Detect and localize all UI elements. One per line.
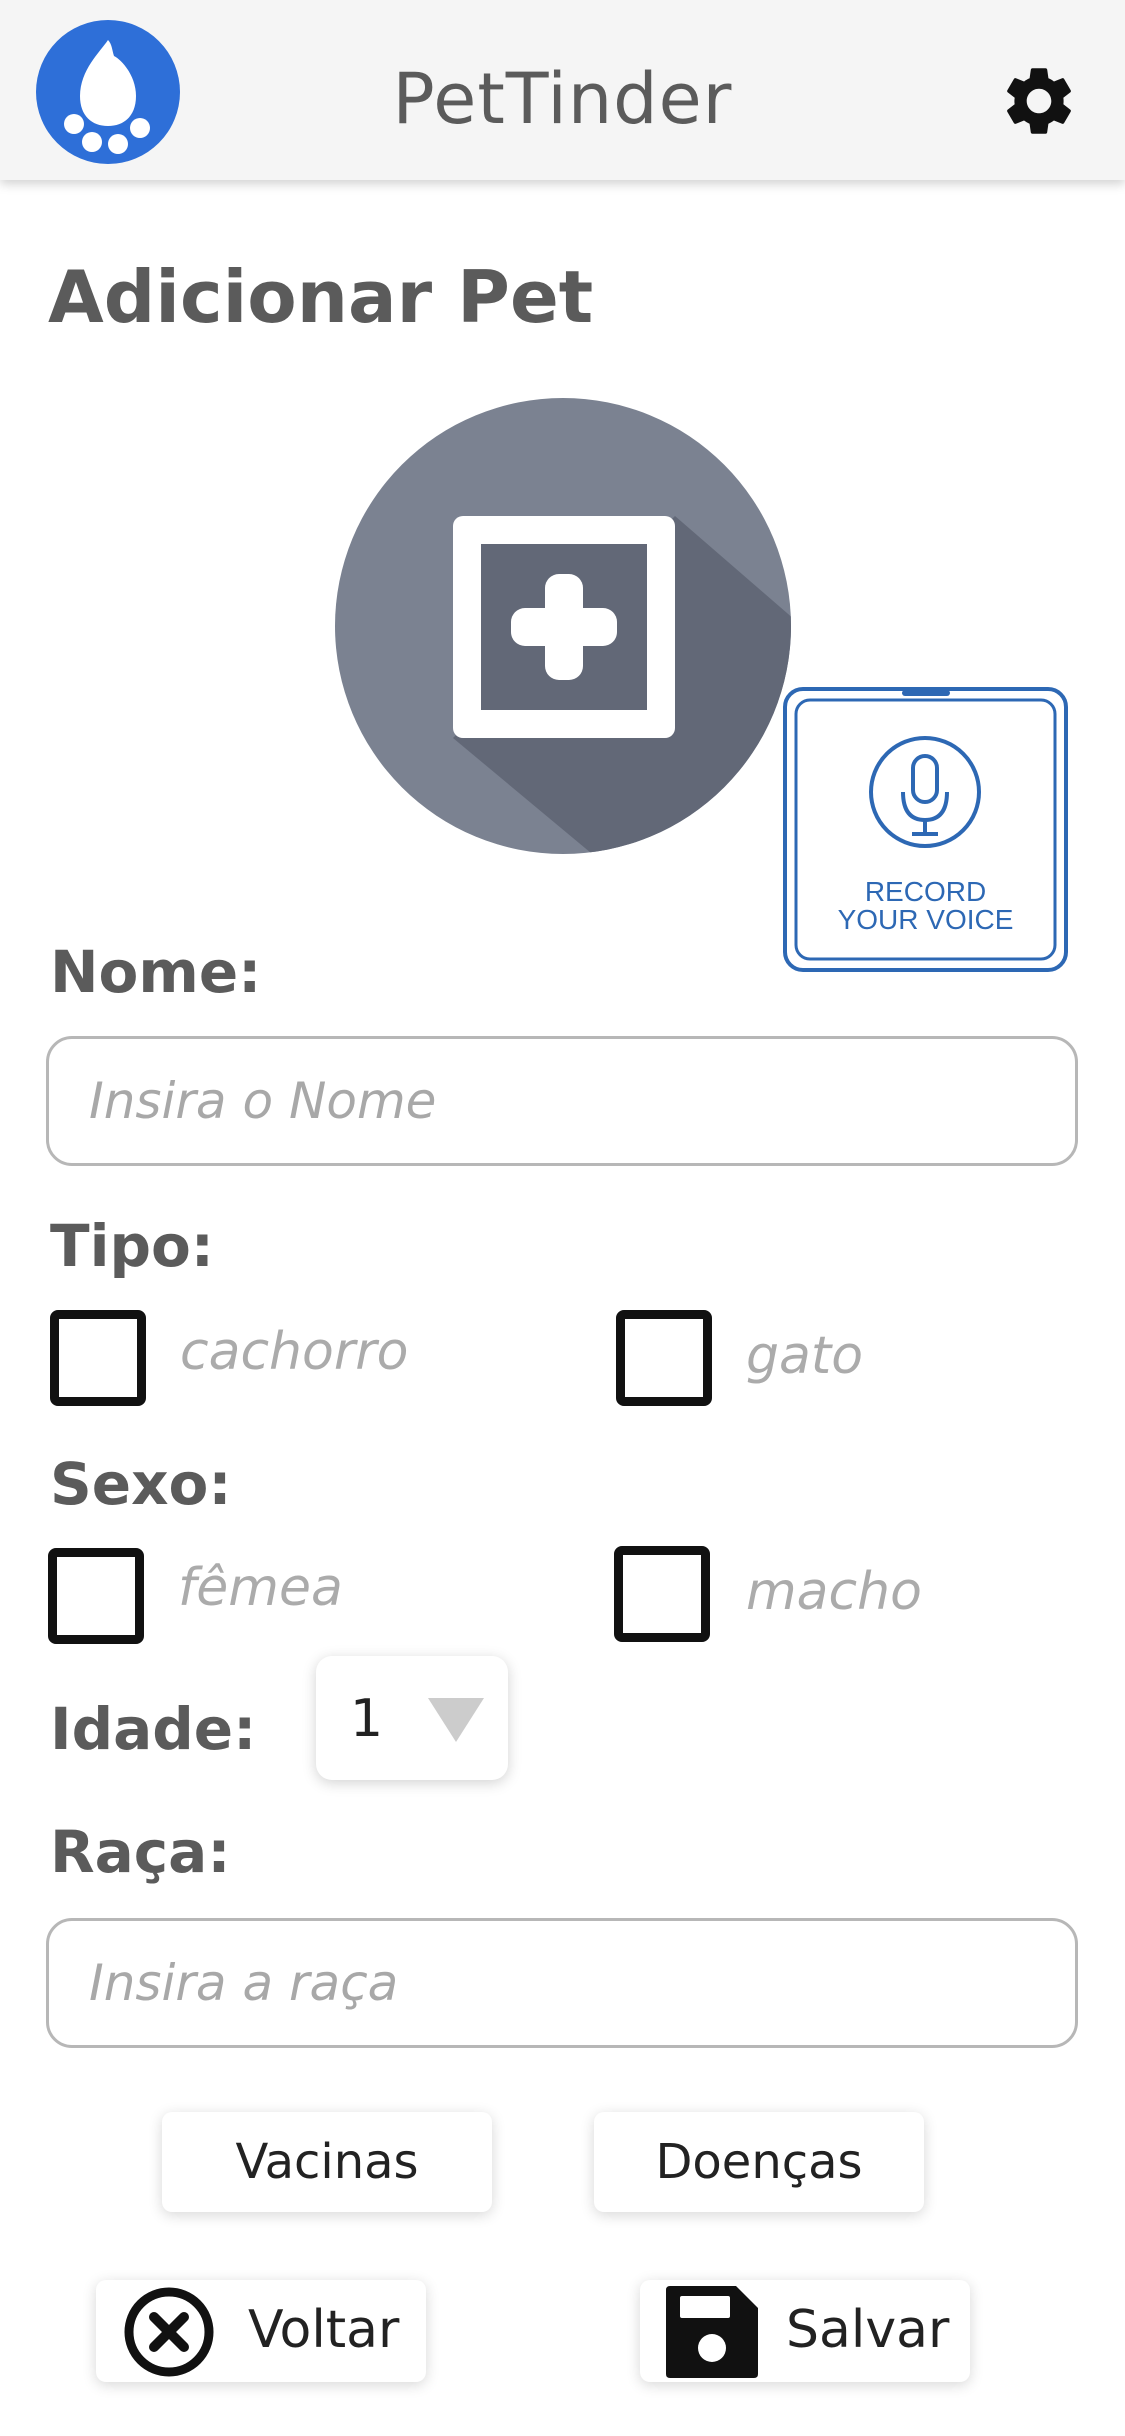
record-voice-button[interactable]: RECORD YOUR VOICE [782,686,1069,973]
age-dropdown[interactable]: 1 [316,1656,508,1780]
age-label: Idade: [50,1695,257,1763]
option-label-cachorro: cachorro [180,1322,409,1382]
dropdown-arrow-icon [428,1698,484,1742]
close-circle-icon [124,2287,214,2377]
voice-label-line2: YOUR VOICE [837,904,1014,935]
checkbox-macho[interactable] [614,1546,710,1642]
option-label-macho: macho [746,1562,922,1622]
sex-label: Sexo: [50,1450,232,1518]
breed-label: Raça: [50,1818,231,1886]
option-label-gato: gato [746,1326,864,1386]
type-label: Tipo: [50,1212,215,1280]
back-label: Voltar [248,2300,400,2360]
back-button[interactable]: Voltar [96,2280,426,2382]
app-title: PetTinder [392,58,733,140]
checkbox-cachorro[interactable] [50,1310,146,1406]
breed-input[interactable] [46,1918,1078,2048]
save-button[interactable]: Salvar [640,2280,970,2382]
vaccines-button[interactable]: Vacinas [162,2112,492,2212]
checkbox-femea[interactable] [48,1548,144,1644]
name-input[interactable] [46,1036,1078,1166]
save-label: Salvar [786,2300,950,2360]
age-value: 1 [350,1689,384,1749]
name-label: Nome: [50,938,262,1006]
option-label-femea: fêmea [178,1558,343,1618]
checkbox-gato[interactable] [616,1310,712,1406]
app-bar: PetTinder [0,0,1125,180]
diseases-button[interactable]: Doenças [594,2112,924,2212]
add-photo-icon[interactable] [335,398,791,854]
page-title: Adicionar Pet [48,255,594,339]
floppy-disk-icon [666,2286,758,2378]
voice-label-line1: RECORD [864,876,987,907]
gear-icon[interactable] [998,60,1080,142]
